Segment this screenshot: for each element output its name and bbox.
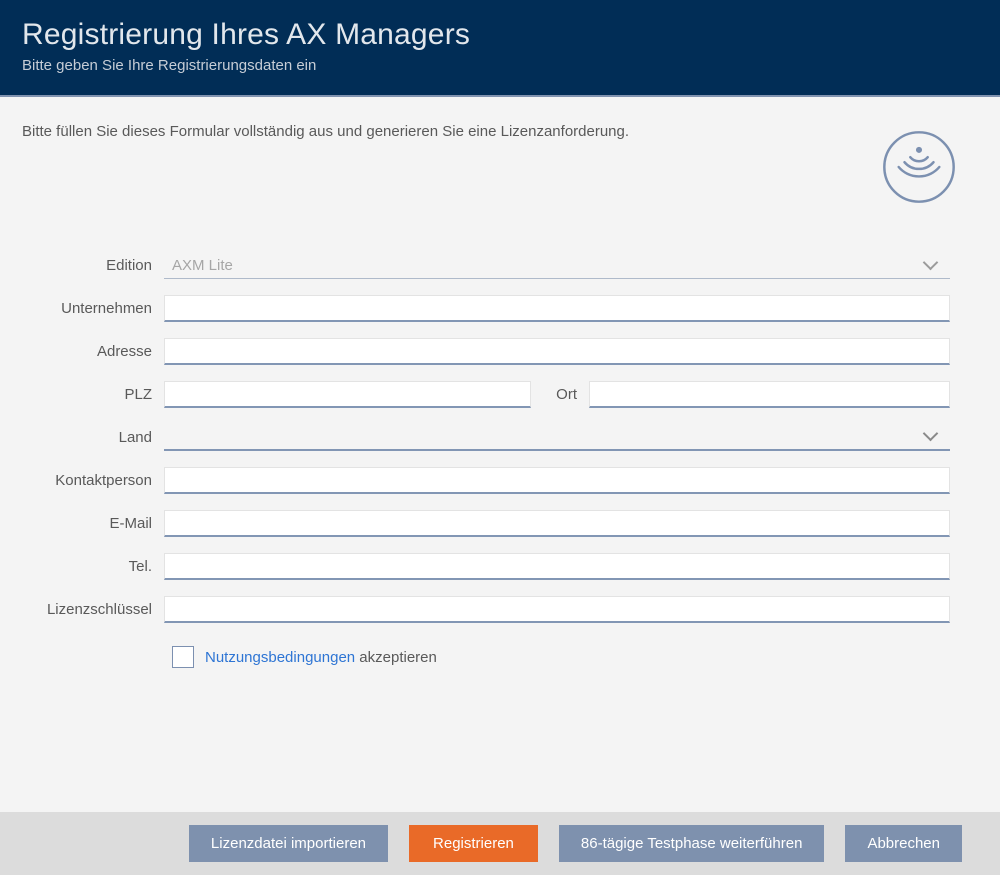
form-row-adresse: Adresse	[22, 338, 950, 365]
land-label: Land	[22, 429, 164, 446]
edition-label: Edition	[22, 257, 164, 274]
form-row-land: Land	[22, 424, 950, 451]
chevron-down-icon	[923, 254, 939, 270]
registration-dialog: Registrierung Ihres AX Managers Bitte ge…	[0, 0, 1000, 875]
edition-select[interactable]: AXM Lite	[164, 252, 950, 279]
plz-input[interactable]	[164, 381, 531, 408]
unternehmen-label: Unternehmen	[22, 300, 164, 317]
registration-form: Edition AXM Lite Unternehmen Adresse PLZ…	[22, 252, 978, 623]
ort-input[interactable]	[589, 381, 950, 408]
terms-suffix: akzeptieren	[359, 649, 437, 666]
plz-label: PLZ	[22, 386, 164, 403]
kontaktperson-input[interactable]	[164, 467, 950, 494]
form-row-plz-ort: PLZ Ort	[22, 381, 950, 408]
tel-label: Tel.	[22, 558, 164, 575]
intro-row: Bitte füllen Sie dieses Formular vollstä…	[22, 122, 978, 234]
import-license-file-button[interactable]: Lizenzdatei importieren	[189, 825, 388, 862]
register-button[interactable]: Registrieren	[409, 825, 538, 862]
dialog-title: Registrierung Ihres AX Managers	[22, 18, 978, 52]
form-row-lizenzschluessel: Lizenzschlüssel	[22, 596, 950, 623]
dialog-body: Bitte füllen Sie dieses Formular vollstä…	[0, 97, 1000, 812]
form-row-kontaktperson: Kontaktperson	[22, 467, 950, 494]
kontaktperson-label: Kontaktperson	[22, 472, 164, 489]
continue-trial-button[interactable]: 86-tägige Testphase weiterführen	[559, 825, 825, 862]
cancel-button[interactable]: Abbrechen	[845, 825, 962, 862]
edition-select-value: AXM Lite	[172, 257, 925, 274]
dialog-subtitle: Bitte geben Sie Ihre Registrierungsdaten…	[22, 57, 978, 74]
form-row-edition: Edition AXM Lite	[22, 252, 950, 279]
lizenzschluessel-label: Lizenzschlüssel	[22, 601, 164, 618]
terms-checkbox[interactable]	[172, 646, 194, 668]
lizenzschluessel-input[interactable]	[164, 596, 950, 623]
terms-label: Nutzungsbedingungen akzeptieren	[205, 649, 437, 666]
tel-input[interactable]	[164, 553, 950, 580]
terms-link[interactable]: Nutzungsbedingungen	[205, 649, 355, 666]
adresse-input[interactable]	[164, 338, 950, 365]
chevron-down-icon	[923, 426, 939, 442]
form-row-email: E-Mail	[22, 510, 950, 537]
transponder-signal-icon	[881, 129, 957, 205]
dialog-footer: Lizenzdatei importieren Registrieren 86-…	[0, 812, 1000, 875]
dialog-header: Registrierung Ihres AX Managers Bitte ge…	[0, 0, 1000, 97]
email-label: E-Mail	[22, 515, 164, 532]
form-row-unternehmen: Unternehmen	[22, 295, 950, 322]
email-input[interactable]	[164, 510, 950, 537]
terms-row: Nutzungsbedingungen akzeptieren	[172, 646, 978, 668]
form-row-tel: Tel.	[22, 553, 950, 580]
adresse-label: Adresse	[22, 343, 164, 360]
ort-label: Ort	[531, 386, 589, 403]
intro-text: Bitte füllen Sie dieses Formular vollstä…	[22, 122, 629, 142]
land-select[interactable]	[164, 424, 950, 451]
unternehmen-input[interactable]	[164, 295, 950, 322]
